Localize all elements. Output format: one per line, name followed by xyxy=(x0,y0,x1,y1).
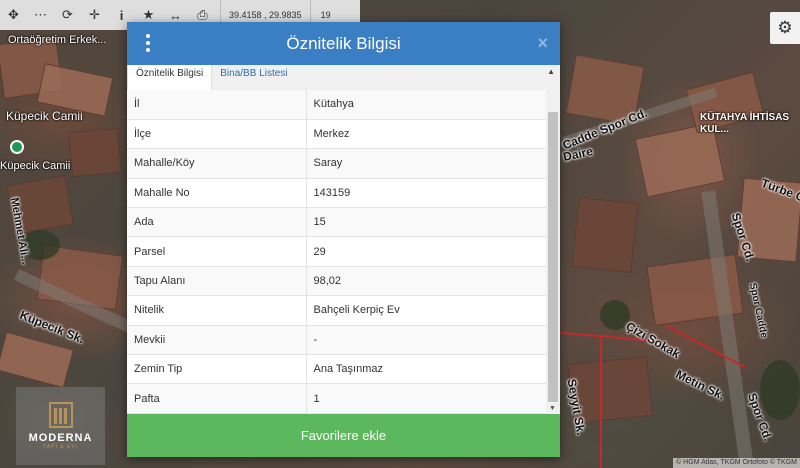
attribute-key: İlçe xyxy=(127,119,307,150)
attribute-value: 143159 xyxy=(306,178,546,209)
map-attribution: © HGM Atlas, TKGM Ortofoto © TKGM xyxy=(673,458,800,468)
locate-icon[interactable]: ✛ xyxy=(81,0,108,30)
move-icon[interactable]: ✥ xyxy=(0,0,27,30)
map-street-label: Metin Sk. xyxy=(673,367,728,403)
logo-name: MODERNA xyxy=(28,432,93,444)
map-building xyxy=(571,197,639,273)
table-row: İlçe Merkez xyxy=(127,119,546,150)
attribute-key: İl xyxy=(127,90,307,120)
tab-building-list[interactable]: Bina/BB Listesi xyxy=(212,65,295,90)
attribute-value: 1 xyxy=(306,383,546,414)
map-poi-label: Ortaöğretim Erkek... xyxy=(8,34,107,46)
logo-mark-icon xyxy=(48,402,73,428)
map-poi-label: KÜTAHYA İHTİSAS KUL... xyxy=(700,112,790,135)
table-row: Mevkii - xyxy=(127,325,546,356)
table-scrollbar[interactable]: ▼ xyxy=(546,90,560,414)
attribute-key: Parsel xyxy=(127,236,307,267)
scrollbar-thumb[interactable] xyxy=(548,112,558,402)
map-tree xyxy=(760,360,800,420)
gear-icon[interactable]: ⚙ xyxy=(770,12,800,44)
dialog-header: Öznitelik Bilgisi × xyxy=(127,22,560,65)
table-row: Mahalle/Köy Saray xyxy=(127,148,546,179)
parcel-boundary-line xyxy=(600,338,602,468)
more-menu-icon[interactable] xyxy=(144,34,152,52)
add-favorite-button[interactable]: Favorilere ekle xyxy=(127,414,560,457)
attribute-key: Pafta xyxy=(127,383,307,414)
attribute-key: Zemin Tip xyxy=(127,354,307,385)
measure-icon[interactable]: ⋯ xyxy=(27,0,54,30)
table-row: İl Kütahya xyxy=(127,90,546,120)
attribute-value: 98,02 xyxy=(306,266,546,297)
logo-subtitle: YAPI & EVİ xyxy=(42,444,79,450)
close-icon[interactable]: × xyxy=(537,33,548,53)
attribute-value: Saray xyxy=(306,148,546,179)
dialog-tabs: Öznitelik Bilgisi Bina/BB Listesi ▲ xyxy=(127,65,560,90)
table-row: Ada 15 xyxy=(127,207,546,238)
tab-attribute-info[interactable]: Öznitelik Bilgisi xyxy=(127,65,213,90)
map-street-label: Spor Cadde xyxy=(746,281,770,340)
table-row: Mahalle No 143159 xyxy=(127,178,546,209)
refresh-icon[interactable]: ⟳ xyxy=(54,0,81,30)
map-poi-label: Küpecik Camii xyxy=(0,160,71,172)
mosque-marker-icon[interactable] xyxy=(10,140,24,154)
attribute-key: Mahalle No xyxy=(127,178,307,209)
attribute-key: Mahalle/Köy xyxy=(127,148,307,179)
attribute-key: Ada xyxy=(127,207,307,238)
attribute-value: 15 xyxy=(306,207,546,238)
map-poi-label: Küpecik Camii xyxy=(6,109,83,123)
attribute-key: Nitelik xyxy=(127,295,307,326)
attribute-table-container[interactable]: İl Kütahya İlçe Merkez Mahalle/Köy Saray Mahal… xyxy=(127,90,560,414)
table-row: Parsel 29 xyxy=(127,236,546,267)
table-row: Pafta 1 xyxy=(127,383,546,414)
attribute-value: Kütahya xyxy=(306,90,546,120)
dialog-title: Öznitelik Bilgisi xyxy=(286,33,401,53)
attribute-value: 29 xyxy=(306,236,546,267)
attribute-key: Mevkii xyxy=(127,325,307,356)
attribute-value: Merkez xyxy=(306,119,546,150)
attribute-value: Bahçeli Kerpiç Ev xyxy=(306,295,546,326)
scroll-up-icon[interactable]: ▲ xyxy=(547,67,555,76)
attribute-info-dialog: Öznitelik Bilgisi × Öznitelik Bilgisi Bi… xyxy=(127,22,560,457)
table-row: Tapu Alanı 98,02 xyxy=(127,266,546,297)
attribute-table: İl Kütahya İlçe Merkez Mahalle/Köy Saray Mahal… xyxy=(127,90,546,414)
attribute-value: - xyxy=(306,325,546,356)
scroll-down-icon[interactable]: ▼ xyxy=(549,405,556,412)
map-building xyxy=(68,127,122,178)
logo: MODERNA YAPI & EVİ xyxy=(16,387,105,465)
table-row: Zemin Tip Ana Taşınmaz xyxy=(127,354,546,385)
attribute-key: Tapu Alanı xyxy=(127,266,307,297)
attribute-value: Ana Taşınmaz xyxy=(306,354,546,385)
map-building xyxy=(0,331,74,389)
table-row: Nitelik Bahçeli Kerpiç Ev xyxy=(127,295,546,326)
